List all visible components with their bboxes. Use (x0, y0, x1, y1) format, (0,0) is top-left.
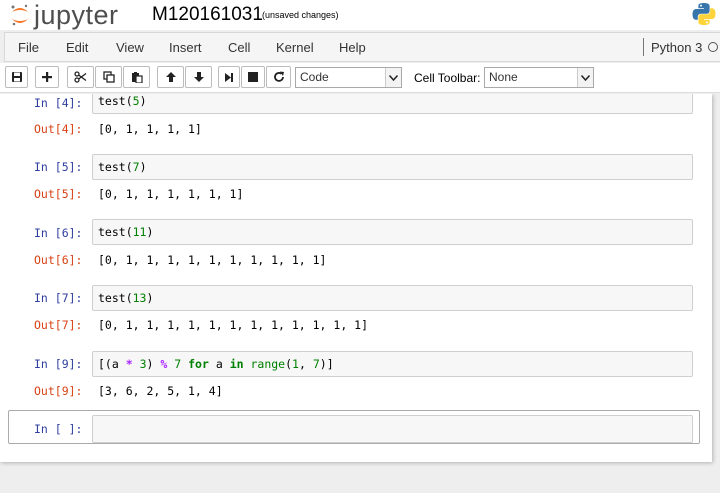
code-input[interactable]: test(13) (92, 285, 693, 311)
copy-button[interactable] (95, 66, 122, 88)
main-toolbar: Code Cell Toolbar: None (0, 63, 720, 93)
code-input[interactable]: test(11) (92, 219, 693, 245)
menu-view[interactable]: View (116, 40, 144, 55)
menu-edit[interactable]: Edit (66, 40, 88, 55)
jupyter-wordmark: jupyter (34, 0, 119, 30)
jupyter-window: jupyter M120161031 (unsaved changes) Fil… (0, 0, 720, 493)
kernel-idle-indicator-icon (708, 42, 718, 52)
code-text: test(11) (98, 225, 154, 239)
input-prompt: In [9]: (34, 357, 83, 371)
kernel-separator (643, 38, 644, 56)
input-prompt: In [7]: (34, 291, 83, 305)
code-input[interactable] (92, 415, 693, 443)
copy-icon (102, 71, 115, 83)
jupyter-logo-icon (11, 4, 28, 26)
output-prompt: Out[4]: (34, 122, 83, 136)
run-cell-button[interactable] (218, 66, 240, 88)
jupyter-logo[interactable]: jupyter (10, 0, 119, 30)
restart-kernel-button[interactable] (266, 66, 291, 88)
output-prompt: Out[5]: (34, 187, 83, 201)
insert-cell-button[interactable] (35, 66, 59, 88)
code-text: test(5) (98, 94, 147, 108)
cell-toolbar-value: None (489, 70, 518, 84)
code-text: test(7) (98, 160, 147, 174)
code-input[interactable]: test(5) (92, 94, 693, 114)
save-status: (unsaved changes) (262, 10, 339, 20)
chevron-down-icon (577, 68, 593, 87)
code-input[interactable]: [(a * 3) % 7 for a in range(1, 7)] (92, 351, 693, 377)
paste-icon (131, 72, 143, 83)
output-text: [0, 1, 1, 1, 1, 1, 1, 1, 1, 1, 1] (98, 253, 327, 267)
move-down-button[interactable] (185, 66, 212, 88)
move-up-button[interactable] (157, 66, 184, 88)
kernel-name: Python 3 (651, 40, 703, 55)
output-text: [0, 1, 1, 1, 1, 1, 1, 1, 1, 1, 1, 1, 1] (98, 318, 369, 332)
python-logo-icon (692, 3, 716, 25)
menu-file[interactable]: File (18, 40, 39, 55)
notebook-name[interactable]: M120161031 (152, 4, 263, 26)
notebook-container: In [4]: test(5) Out[4]: [0, 1, 1, 1, 1] … (0, 94, 720, 493)
output-text: [3, 6, 2, 5, 1, 4] (98, 384, 223, 398)
cell-type-value: Code (300, 70, 329, 84)
input-prompt: In [5]: (34, 160, 83, 174)
chevron-down-icon (385, 68, 401, 87)
input-prompt: In [6]: (34, 226, 83, 240)
cell-toolbar-label: Cell Toolbar: (414, 71, 481, 85)
menu-help[interactable]: Help (339, 40, 366, 55)
cell-toolbar-select[interactable]: None (484, 67, 594, 88)
notebook-page: In [4]: test(5) Out[4]: [0, 1, 1, 1, 1] … (0, 94, 712, 462)
output-prompt: Out[6]: (34, 253, 83, 267)
code-input[interactable]: test(7) (92, 154, 693, 180)
header-bar: jupyter M120161031 (unsaved changes) (0, 0, 720, 30)
menu-cell[interactable]: Cell (228, 40, 250, 55)
arrow-down-icon (193, 72, 204, 82)
step-forward-icon (225, 72, 233, 82)
menubar: File Edit View Insert Cell Kernel Help P… (4, 32, 720, 62)
cut-button[interactable] (67, 66, 94, 88)
output-text: [0, 1, 1, 1, 1] (98, 122, 202, 136)
stop-icon (248, 72, 258, 82)
menu-insert[interactable]: Insert (169, 40, 202, 55)
output-prompt: Out[7]: (34, 318, 83, 332)
code-text: [(a * 3) % 7 for a in range(1, 7)] (98, 357, 334, 371)
menu-kernel[interactable]: Kernel (276, 40, 314, 55)
interrupt-kernel-button[interactable] (241, 66, 265, 88)
save-button[interactable] (5, 66, 28, 88)
refresh-icon (273, 71, 284, 82)
output-prompt: Out[9]: (34, 384, 83, 398)
code-text: test(13) (98, 291, 154, 305)
arrow-up-icon (165, 72, 176, 82)
input-prompt: In [4]: (34, 96, 83, 110)
output-text: [0, 1, 1, 1, 1, 1, 1] (98, 187, 244, 201)
paste-button[interactable] (123, 66, 150, 88)
input-prompt: In [ ]: (34, 422, 83, 436)
cell-type-select[interactable]: Code (295, 67, 402, 88)
scissors-icon (74, 71, 87, 83)
save-icon (11, 72, 22, 82)
plus-icon (42, 72, 52, 82)
